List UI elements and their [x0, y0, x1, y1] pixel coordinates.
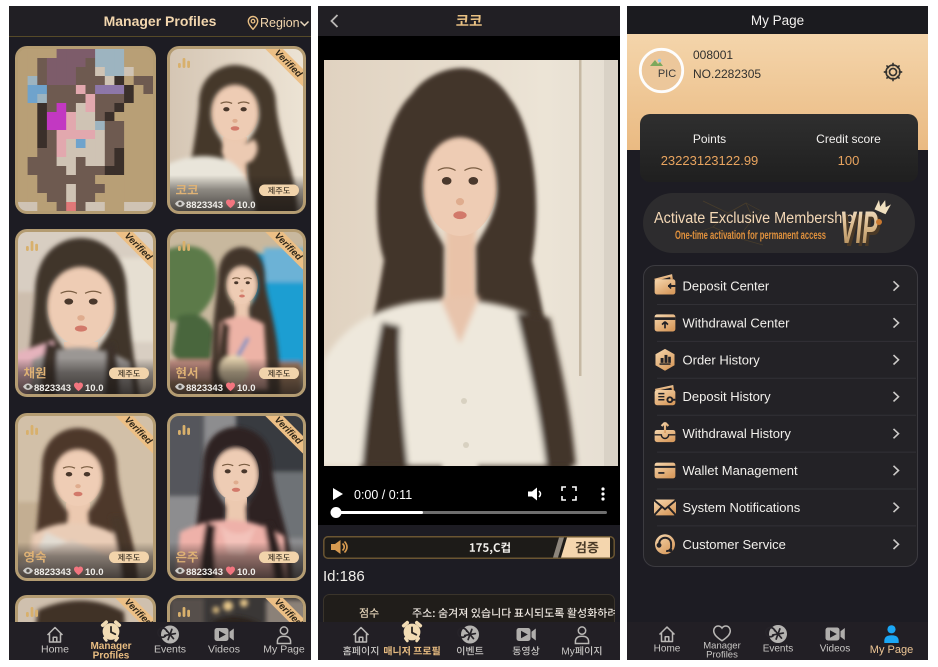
svg-text:10.0: 10.0 — [237, 200, 256, 211]
svg-text:Videos: Videos — [208, 644, 240, 656]
svg-text:Withdrawal Center: Withdrawal Center — [683, 315, 791, 330]
svg-text:Deposit Center: Deposit Center — [683, 279, 770, 294]
svg-text:Profiles: Profiles — [93, 651, 130, 661]
svg-text:System Notifications: System Notifications — [683, 500, 801, 515]
svg-text:Home: Home — [41, 644, 69, 656]
svg-text:10.0: 10.0 — [85, 383, 104, 394]
svg-text:Wallet Management: Wallet Management — [683, 463, 799, 478]
svg-text:8823343: 8823343 — [34, 567, 71, 578]
svg-text:VIP: VIP — [840, 203, 878, 253]
svg-text:Events: Events — [154, 644, 186, 656]
svg-text:8823343: 8823343 — [186, 567, 223, 578]
svg-text:My: My — [561, 647, 574, 658]
svg-text:Withdrawal History: Withdrawal History — [683, 426, 792, 441]
svg-text:8823343: 8823343 — [34, 383, 71, 394]
svg-text:10.0: 10.0 — [85, 567, 104, 578]
svg-text:Customer Service: Customer Service — [683, 537, 786, 552]
svg-text:10.0: 10.0 — [237, 383, 256, 394]
svg-text:Videos: Videos — [820, 644, 850, 655]
svg-text:My Page: My Page — [870, 644, 913, 656]
svg-text:Profiles: Profiles — [706, 650, 738, 661]
svg-text:10.0: 10.0 — [237, 567, 256, 578]
svg-text:0:00 / 0:11: 0:00 / 0:11 — [354, 488, 412, 502]
svg-text:8823343: 8823343 — [186, 200, 223, 211]
svg-text:Events: Events — [763, 644, 794, 655]
svg-text:8823343: 8823343 — [186, 383, 223, 394]
svg-text:Order History: Order History — [683, 352, 761, 367]
svg-text:My Page: My Page — [263, 644, 305, 656]
svg-text:Deposit History: Deposit History — [683, 389, 772, 404]
svg-text:PIC: PIC — [658, 68, 676, 80]
svg-text:Home: Home — [654, 644, 681, 655]
